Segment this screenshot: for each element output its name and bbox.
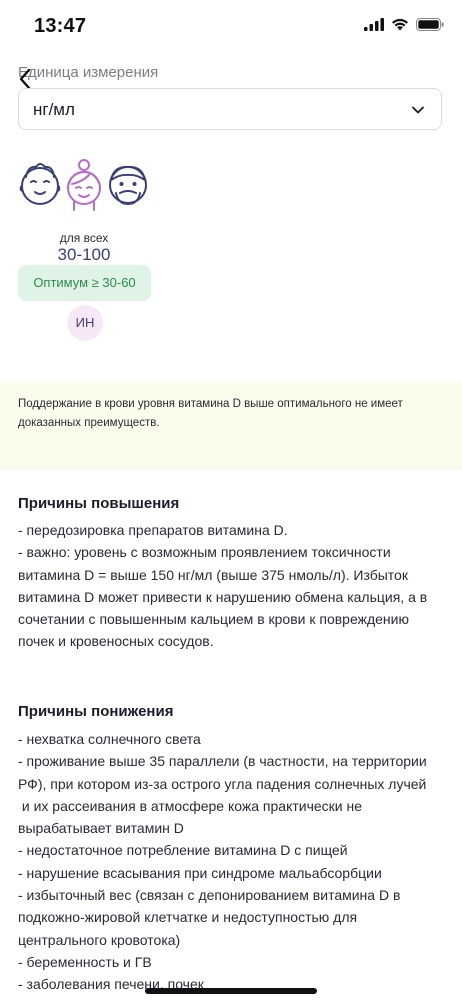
list-item: вырабатывает витамин D <box>18 820 184 837</box>
signal-icon <box>364 18 384 31</box>
group-label: для всех <box>59 231 109 245</box>
list-item: витамина D может привести к нарушению об… <box>18 588 428 605</box>
unit-select-value: нг/мл <box>33 100 75 119</box>
info-note: Поддержание в крови уровня витамина D вы… <box>0 381 462 470</box>
woman-icon <box>67 159 101 211</box>
in-badge[interactable]: ИН <box>67 305 103 341</box>
increase-title: Причины повышения <box>18 495 180 512</box>
list-item: витамина D = выше 150 нг/мл (выше 375 нм… <box>18 566 408 583</box>
list-item: - нарушение всасывания при синдроме маль… <box>18 864 382 881</box>
battery-icon <box>416 18 444 31</box>
home-indicator <box>145 988 317 994</box>
list-item: - проживание выше 35 параллели (в частно… <box>18 753 427 770</box>
list-item: - избыточный вес (связан с депонирование… <box>18 887 401 904</box>
optimum-badge: Оптимум ≥ 30-60 <box>18 265 151 301</box>
list-item: РФ), при котором из-за острого угла паде… <box>18 775 427 792</box>
list-item: центрального кровотока) <box>18 931 181 948</box>
unit-select[interactable]: нг/мл <box>18 88 442 130</box>
status-bar: 13:47 <box>0 0 462 56</box>
decrease-title: Причины понижения <box>18 703 174 720</box>
info-note-line: доказанных преимуществ. <box>18 417 160 429</box>
info-note-text: Поддержание в крови уровня витамина D вы… <box>18 395 448 433</box>
list-item: - передозировка препаратов витамина D. <box>18 522 288 538</box>
list-item: подкожно-жировой клетчатке и недоступнос… <box>18 909 358 926</box>
unit-label: Единица измерения <box>18 64 159 81</box>
reference-range: 30-100 <box>57 245 111 264</box>
baby-icon <box>19 163 61 205</box>
decrease-list: - нехватка солнечного света - проживание… <box>18 728 448 996</box>
status-icons <box>364 18 444 31</box>
status-time: 13:47 <box>34 15 87 37</box>
list-item: почек и кровеносных сосудов. <box>18 633 214 650</box>
list-item: сочетании с повышенным кальцием в крови … <box>18 611 409 628</box>
chevron-down-icon <box>412 106 424 114</box>
increase-list: - передозировка препаратов витамина D. -… <box>18 519 448 653</box>
list-item: - важно: уровень с возможным проявлением… <box>18 544 391 561</box>
wifi-icon <box>392 18 408 31</box>
list-item: - беременность и ГВ <box>18 953 152 970</box>
info-note-line: Поддержание в крови уровня витамина D вы… <box>18 398 403 410</box>
reference-avatars <box>18 158 150 216</box>
list-item: - нехватка солнечного света <box>18 731 201 747</box>
list-item: и их рассеивания в атмосфере кожа практи… <box>18 797 363 814</box>
man-icon <box>109 165 147 206</box>
list-item: - недостаточное потребление витамина D с… <box>18 842 348 859</box>
